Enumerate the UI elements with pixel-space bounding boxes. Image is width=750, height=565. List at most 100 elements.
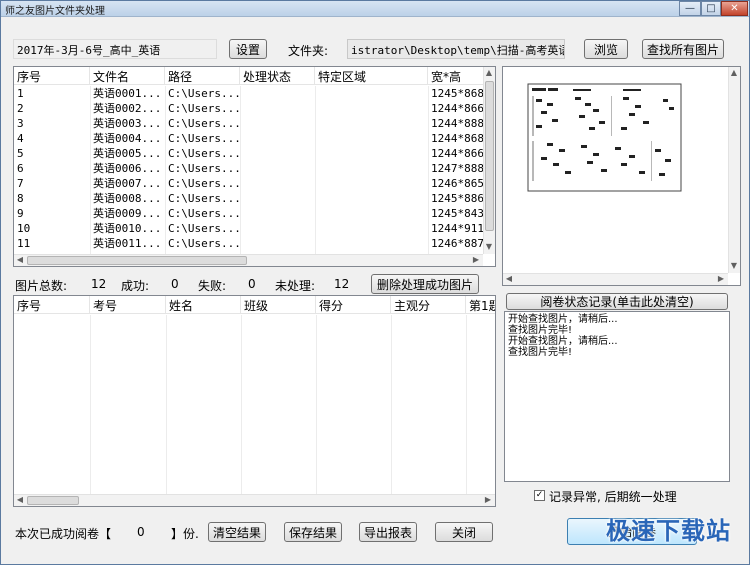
scroll-down-icon[interactable]: ▼ [729, 261, 739, 271]
image-table-vertical-scrollbar[interactable]: ▲ ▼ [483, 67, 495, 254]
column-header[interactable]: 班级 [241, 296, 316, 314]
maximize-button[interactable]: □ [701, 1, 721, 16]
table-cell [315, 86, 428, 101]
table-row[interactable]: 9 英语0009... C:\Users... 1245*843 [14, 206, 484, 221]
set-button[interactable]: 设置 [229, 39, 267, 59]
close-button[interactable]: 关闭 [435, 522, 493, 542]
title-bar: 师之友图片文件夹处理 — □ ✕ [1, 1, 749, 17]
table-row[interactable]: 7 英语0007... C:\Users... 1246*865 [14, 176, 484, 191]
table-cell: 7 [17, 177, 24, 190]
column-header[interactable]: 宽*高 [428, 67, 484, 85]
column-header[interactable]: 特定区域 [315, 67, 428, 85]
success-count-prefix: 本次已成功阅卷【 [15, 527, 112, 541]
table-row[interactable]: 11 英语0011... C:\Users... 1246*887 [14, 236, 484, 251]
image-table-horizontal-scrollbar[interactable]: ◀ ▶ [14, 254, 483, 266]
column-header[interactable]: 文件名 [90, 67, 165, 85]
scroll-left-icon[interactable]: ◀ [504, 274, 514, 284]
find-all-images-button[interactable]: 查找所有图片 [642, 39, 724, 59]
table-cell: 英语0007... [93, 177, 162, 190]
table-cell: C:\Users... [168, 237, 240, 250]
column-header[interactable]: 第1题 [466, 296, 495, 314]
column-header[interactable]: 考号 [90, 296, 166, 314]
column-header[interactable]: 姓名 [166, 296, 241, 314]
window-title: 师之友图片文件夹处理 [5, 6, 105, 17]
success-value: 0 [171, 277, 179, 291]
table-cell: 4 [17, 132, 24, 145]
scroll-right-icon[interactable]: ▶ [471, 255, 481, 265]
clear-results-button[interactable]: 清空结果 [208, 522, 266, 542]
table-cell [240, 236, 315, 251]
preview-vertical-scrollbar[interactable]: ▲ ▼ [728, 67, 740, 273]
table-cell: 9 [17, 207, 24, 220]
record-errors-checkbox[interactable]: ✓ [534, 490, 545, 501]
scroll-right-icon[interactable]: ▶ [716, 274, 726, 284]
column-header[interactable]: 主观分 [391, 296, 466, 314]
table-row[interactable]: 3 英语0003... C:\Users... 1244*888 [14, 116, 484, 131]
table-row[interactable]: 2 英语0002... C:\Users... 1244*866 [14, 101, 484, 116]
column-header[interactable]: 序号 [14, 67, 90, 85]
table-cell: 英语0010... [93, 222, 162, 235]
log-line: 开始查找图片，请稍后... [508, 336, 618, 347]
pending-value: 12 [334, 277, 350, 291]
browse-button[interactable]: 浏览 [584, 39, 628, 59]
table-cell: 英语0008... [93, 192, 162, 205]
table-cell: C:\Users... [168, 192, 240, 205]
table-cell [240, 86, 315, 101]
table-cell [315, 101, 428, 116]
image-list-table[interactable]: 序号 文件名 路径 处理状态 特定区域 宽*高 1 英语0001... C:\Use… [13, 66, 496, 267]
close-window-button[interactable]: ✕ [721, 1, 748, 16]
table-cell [240, 161, 315, 176]
scroll-thumb[interactable] [27, 256, 247, 265]
scroll-thumb[interactable] [485, 81, 494, 231]
column-header[interactable]: 处理状态 [240, 67, 315, 85]
log-line: 开始查找图片，请稍后... [508, 314, 618, 325]
clear-log-button[interactable]: 阅卷状态记录(单击此处清空) [506, 293, 728, 310]
success-label: 成功: [121, 279, 150, 293]
result-table-horizontal-scrollbar[interactable]: ◀ ▶ [14, 494, 495, 506]
export-report-button[interactable]: 导出报表 [359, 522, 417, 542]
table-cell: 1246*887 [431, 237, 484, 250]
fail-value: 0 [248, 277, 256, 291]
preview-horizontal-scrollbar[interactable]: ◀ ▶ [503, 273, 728, 285]
table-cell [315, 236, 428, 251]
table-cell: 11 [17, 237, 31, 250]
exam-name-field[interactable]: 2017年-3月-6号_高中_英语 [13, 39, 217, 59]
scroll-down-icon[interactable]: ▼ [484, 242, 494, 252]
scroll-up-icon[interactable]: ▲ [729, 68, 739, 78]
table-row[interactable]: 5 英语0005... C:\Users... 1244*866 [14, 146, 484, 161]
table-row[interactable]: 1 英语0001... C:\Users... 1245*868 [14, 86, 484, 101]
log-line: 查找图片完毕! [508, 347, 573, 358]
scroll-left-icon[interactable]: ◀ [15, 255, 25, 265]
success-count-value: 0 [137, 525, 145, 539]
minimize-button[interactable]: — [679, 1, 701, 16]
column-header[interactable]: 得分 [316, 296, 391, 314]
scroll-up-icon[interactable]: ▲ [484, 68, 494, 78]
folder-path-field[interactable]: istrator\Desktop\temp\扫描-高考英语 [347, 39, 565, 59]
scroll-right-icon[interactable]: ▶ [483, 495, 493, 505]
table-cell: 6 [17, 162, 24, 175]
table-cell: 英语0001... [93, 87, 162, 100]
column-header[interactable]: 序号 [14, 296, 90, 314]
table-row[interactable]: 4 英语0004... C:\Users... 1244*868 [14, 131, 484, 146]
save-results-button[interactable]: 保存结果 [284, 522, 342, 542]
table-cell: 1244*888 [431, 117, 484, 130]
delete-processed-images-button[interactable]: 删除处理成功图片 [371, 274, 479, 294]
table-cell [315, 131, 428, 146]
table-cell [240, 116, 315, 131]
result-table[interactable]: 序号 考号 姓名 班级 得分 主观分 第1题 ◀ ▶ [13, 295, 496, 507]
column-header[interactable]: 路径 [165, 67, 240, 85]
scroll-thumb[interactable] [27, 496, 79, 505]
answer-sheet-thumbnail [527, 83, 682, 192]
scroll-left-icon[interactable]: ◀ [15, 495, 25, 505]
table-row[interactable]: 10 英语0010... C:\Users... 1244*911 [14, 221, 484, 236]
record-errors-label: 记录异常, 后期统一处理 [549, 490, 677, 504]
table-cell: C:\Users... [168, 102, 240, 115]
table-row[interactable]: 6 英语0006... C:\Users... 1247*888 [14, 161, 484, 176]
table-row[interactable]: 8 英语0008... C:\Users... 1245*886 [14, 191, 484, 206]
table-cell: 英语0006... [93, 162, 162, 175]
table-cell [315, 221, 428, 236]
table-cell: 英语0003... [93, 117, 162, 130]
table-cell [315, 191, 428, 206]
table-cell: 1245*843 [431, 207, 484, 220]
table-cell [315, 206, 428, 221]
